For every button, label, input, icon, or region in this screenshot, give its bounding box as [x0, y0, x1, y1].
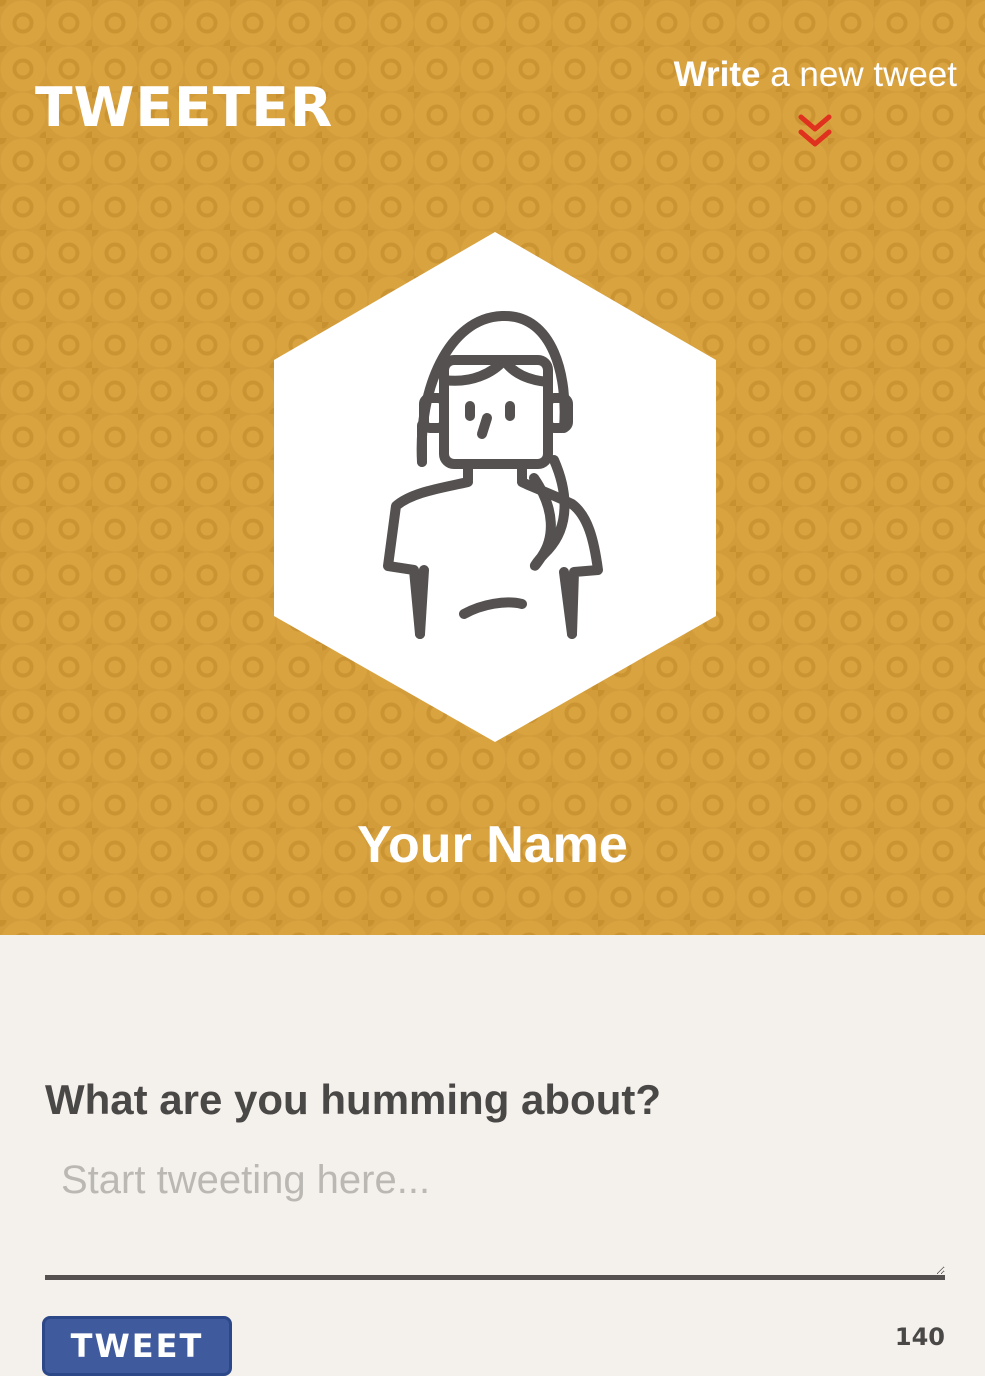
- double-chevron-down-icon[interactable]: [797, 112, 833, 150]
- app-logo[interactable]: TWEETER: [35, 78, 333, 138]
- profile-header: TWEETER Write a new tweet Your Name: [0, 0, 985, 935]
- profile-name: Your Name: [357, 816, 628, 874]
- write-link-rest: a new tweet: [760, 55, 957, 94]
- write-new-tweet-link[interactable]: Write a new tweet: [674, 55, 957, 95]
- char-counter: 140: [894, 1323, 945, 1351]
- tweet-submit-button[interactable]: TWEET: [42, 1316, 232, 1376]
- write-link-strong: Write: [673, 55, 761, 94]
- composer-prompt: What are you humming about?: [45, 1076, 661, 1123]
- tweet-input[interactable]: [45, 1150, 945, 1280]
- avatar-icon: [274, 232, 716, 742]
